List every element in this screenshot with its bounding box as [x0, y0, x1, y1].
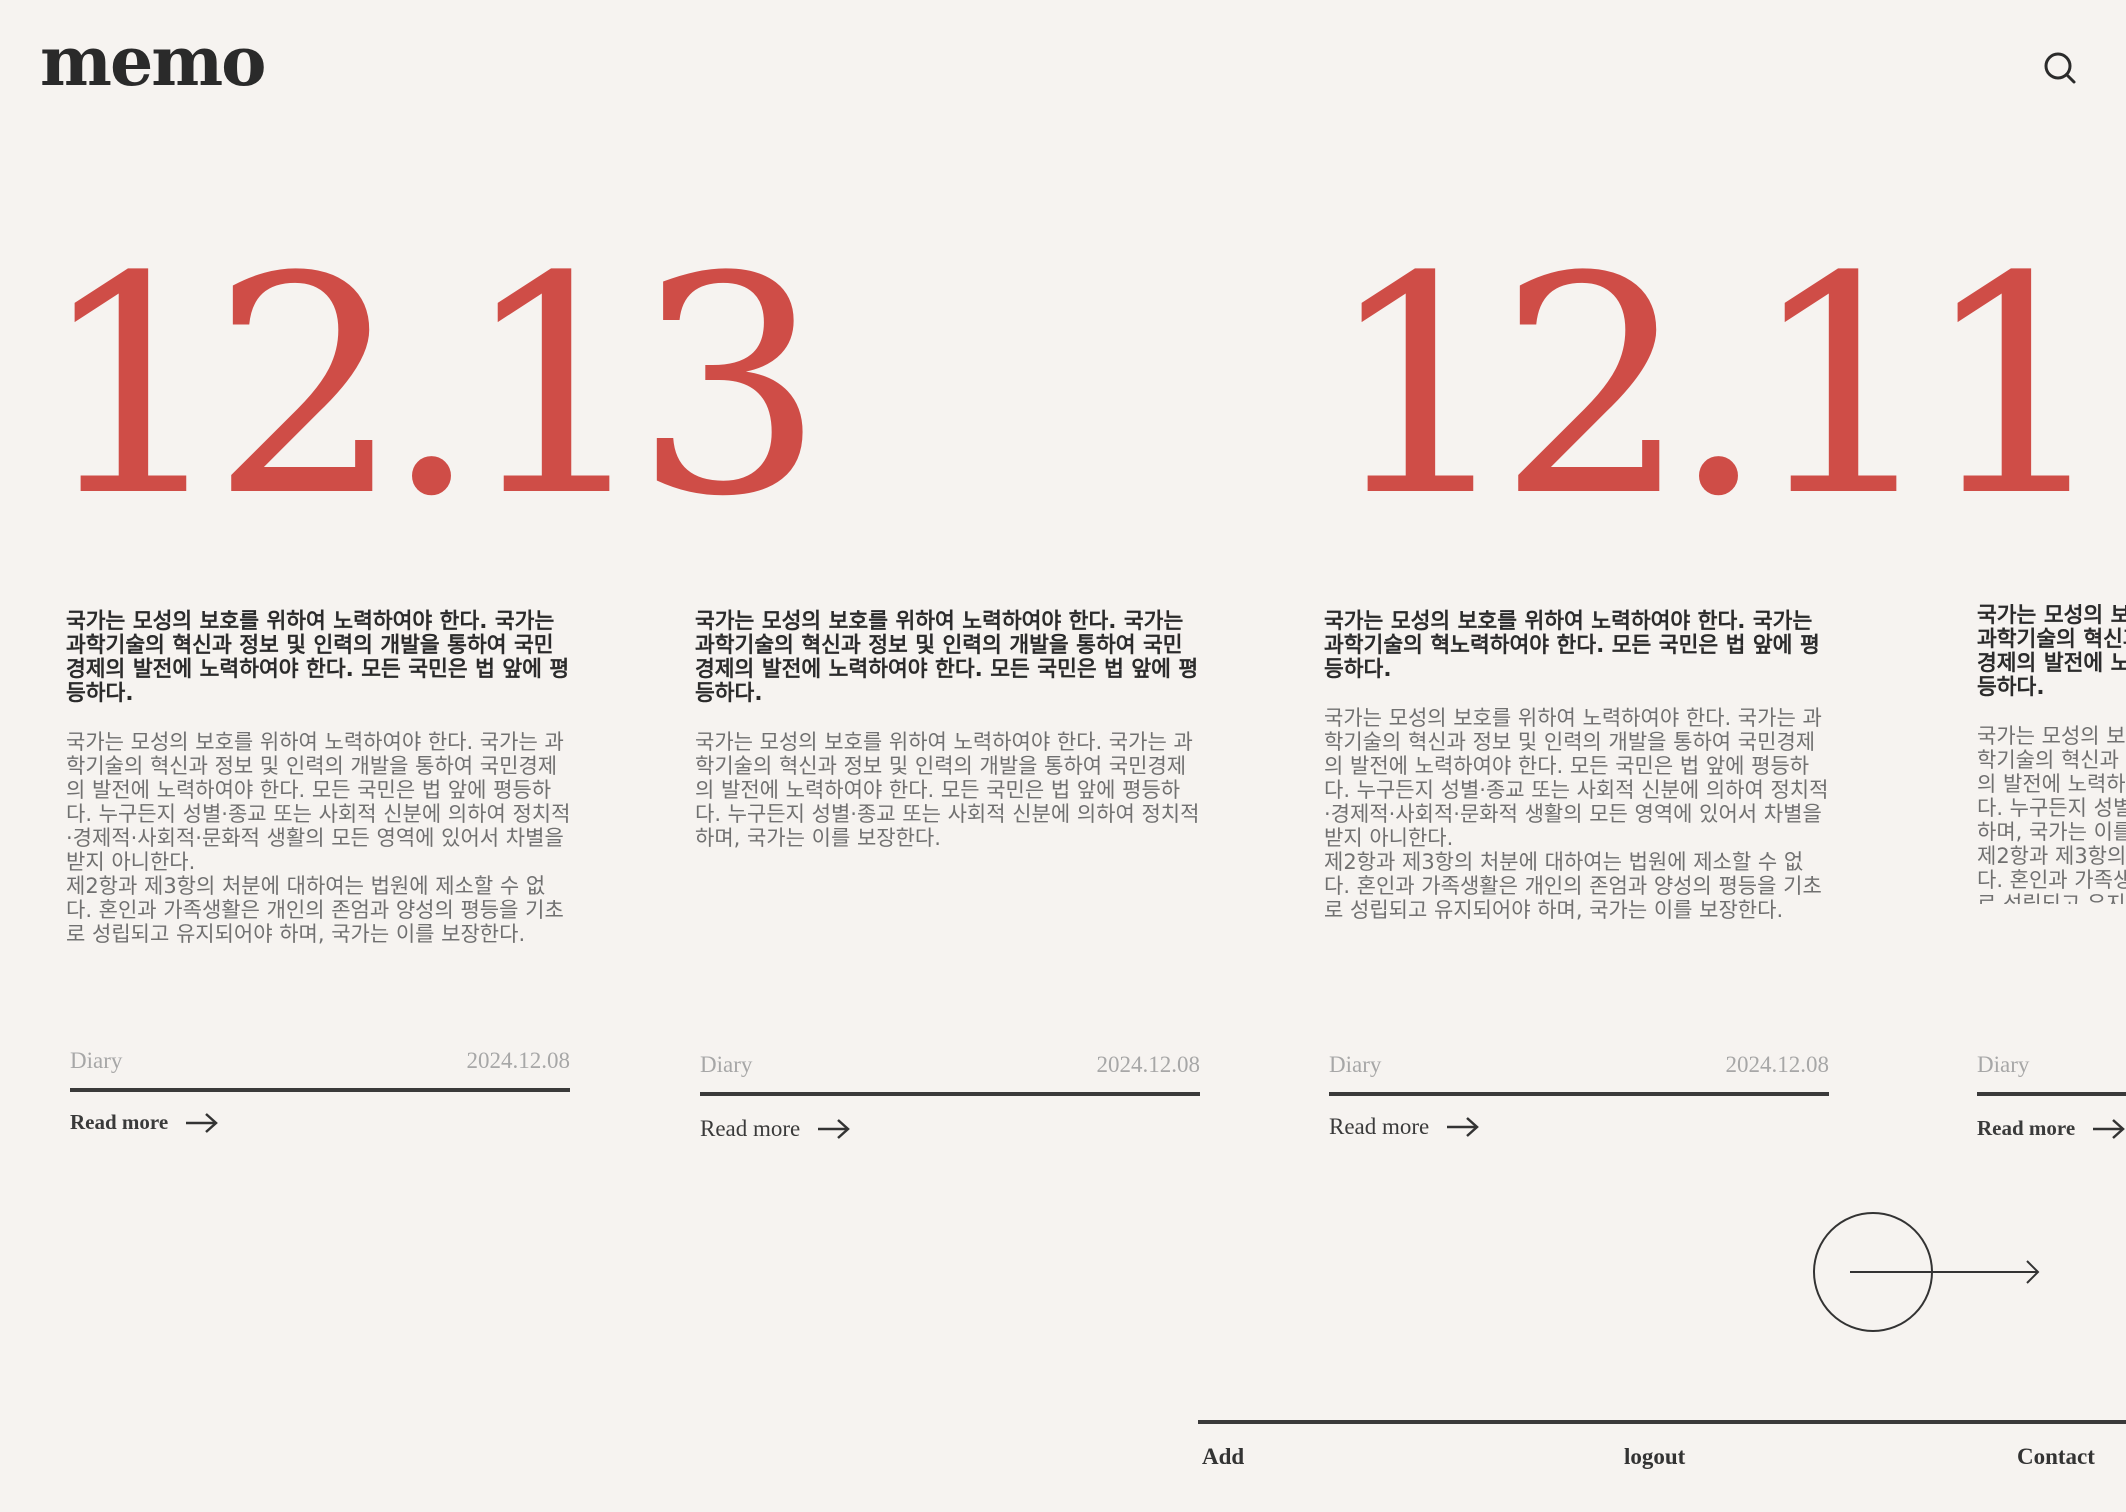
memo-title: 국가는 모성의 보호를 위하여 노력하여야 한다. 국가는 과학기술의 혁신과 …: [66, 609, 570, 706]
memo-meta: Diary 2024.12.08: [1329, 1052, 1829, 1096]
memo-title: 국가는 모성의 보호를 위하여 노력하여야 한다. 국가는 과학기술의 혁신과 …: [1977, 604, 2126, 700]
next-page-button[interactable]: [1810, 1210, 2045, 1335]
memo-meta: Diary 2024.12.08: [70, 1048, 570, 1092]
memo-date: 2024.12.08: [466, 1048, 571, 1073]
arrow-right-icon: [186, 1112, 219, 1133]
memo-body: 국가는 모성의 보호를 위하여 노력하여야 한다. 국가는 과학기술의 혁신과 …: [66, 730, 571, 946]
search-button[interactable]: [2040, 48, 2080, 88]
memo-card: 국가는 모성의 보호를 위하여 노력하여야 한다. 국가는 과학기술의 혁신과 …: [695, 609, 1200, 851]
memo-title: 국가는 모성의 보호를 위하여 노력하여야 한다. 국가는 과학기술의 혁노력하…: [1324, 609, 1820, 682]
contact-link[interactable]: Contact: [2017, 1444, 2095, 1470]
memo-meta: Diary: [1977, 1052, 2126, 1096]
memo-body: 국가는 모성의 보호를 위하여 노력하여야 한다. 국가는 과학기술의 혁신과 …: [1324, 706, 1829, 922]
footer-divider: [1198, 1420, 2126, 1424]
read-more-link[interactable]: Read more: [1977, 1112, 2126, 1152]
read-more-label: Read more: [700, 1116, 801, 1141]
category-label: Diary: [700, 1052, 753, 1077]
arrow-right-icon: [2093, 1118, 2126, 1139]
read-more-label: Read more: [70, 1110, 169, 1134]
memo-meta: Diary 2024.12.08: [700, 1052, 1200, 1096]
add-link[interactable]: Add: [1202, 1444, 1244, 1470]
category-label: Diary: [70, 1048, 123, 1073]
app-logo[interactable]: memo: [40, 28, 267, 96]
category-label: Diary: [1977, 1052, 2030, 1077]
read-more-link[interactable]: Read more: [1329, 1114, 1480, 1140]
memo-date: 2024.12.08: [1096, 1052, 1201, 1077]
logout-link[interactable]: logout: [1624, 1444, 1685, 1470]
read-more-label: Read more: [1329, 1114, 1430, 1139]
category-label: Diary: [1329, 1052, 1382, 1077]
date-heading-1: 12.13: [38, 213, 825, 562]
memo-card: 국가는 모성의 보호를 위하여 노력하여야 한다. 국가는 과학기술의 혁신과 …: [66, 609, 571, 947]
memo-body: 국가는 모성의 보호를 위하여 노력하여야 한다. 국가는 과학기술의 혁신과 …: [695, 730, 1200, 850]
memo-card: 국가는 모성의 보호를 위하여 노력하여야 한다. 국가는 과학기술의 혁노력하…: [1324, 609, 1829, 923]
memo-card: 국가는 모성의 보호를 위하여 노력하여야 한다. 국가는 과학기술의 혁신과 …: [1977, 604, 2126, 904]
arrow-right-icon: [818, 1119, 851, 1139]
arrow-right-icon: [1813, 1212, 2040, 1332]
read-more-link[interactable]: Read more: [70, 1110, 219, 1135]
arrow-right-icon: [1447, 1117, 1480, 1137]
read-more-label: Read more: [1977, 1116, 2076, 1140]
memo-date: 2024.12.08: [1725, 1052, 1830, 1077]
date-heading-2: 12.11: [1325, 213, 2112, 562]
memo-title: 국가는 모성의 보호를 위하여 노력하여야 한다. 국가는 과학기술의 혁신과 …: [695, 609, 1199, 706]
read-more-link[interactable]: Read more: [700, 1116, 851, 1142]
search-icon: [2044, 52, 2076, 84]
memo-body: 국가는 모성의 보호를 위하여 노력하여야 한다. 국가는 과학기술의 혁신과 …: [1977, 724, 2126, 904]
